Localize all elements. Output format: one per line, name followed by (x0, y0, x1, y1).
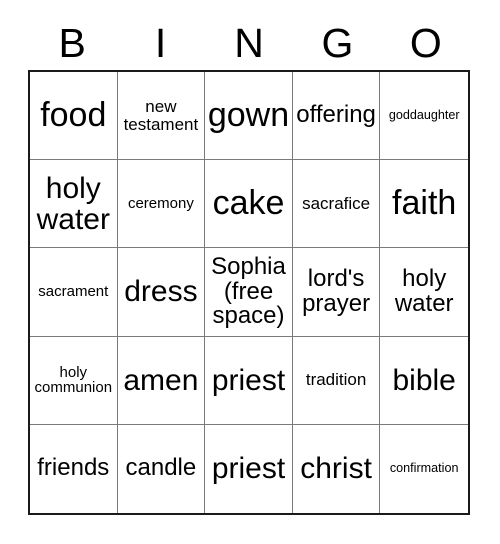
bingo-cell[interactable]: ceremony (117, 160, 206, 249)
bingo-cell[interactable]: candle (117, 424, 206, 513)
bingo-cell[interactable]: holy water (30, 160, 118, 249)
bingo-cell-label: goddaughter (388, 108, 460, 123)
bingo-cell-free-space[interactable]: Sophia (free space) (205, 248, 293, 337)
bingo-cell[interactable]: holy water (380, 248, 468, 337)
bingo-cell-label: holy communion (34, 363, 113, 397)
bingo-cell-label: new testament (123, 96, 199, 134)
bingo-cell[interactable]: lord's prayer (292, 248, 381, 337)
bingo-grid: food new testament gown offering goddaug… (28, 70, 470, 515)
bingo-cell[interactable]: amen (117, 336, 206, 425)
bingo-cell[interactable]: sacrament (30, 248, 118, 337)
bingo-cell[interactable]: priest (205, 336, 293, 425)
bingo-cell-label: holy water (394, 265, 454, 317)
bingo-cell[interactable]: food (30, 72, 118, 161)
bingo-cell[interactable]: goddaughter (380, 72, 468, 161)
bingo-cell-label: cake (212, 184, 285, 223)
bingo-cell-label: sacrafice (302, 193, 371, 213)
bingo-header: B I N G O (28, 16, 470, 70)
bingo-cell-label: friends (37, 454, 110, 482)
bingo-cell[interactable]: sacrafice (292, 160, 381, 249)
bingo-cell-label: priest (211, 363, 286, 397)
bingo-card: B I N G O food new testament gown offeri… (0, 0, 500, 544)
bingo-cell[interactable]: cake (205, 160, 293, 249)
bingo-cell[interactable]: friends (30, 424, 118, 513)
bingo-cell-label: christ (300, 452, 372, 486)
bingo-cell[interactable]: gown (205, 72, 293, 161)
header-letter-i: I (154, 20, 167, 66)
bingo-cell[interactable]: new testament (117, 72, 206, 161)
bingo-free-space-label: Sophia (free space) (211, 252, 286, 330)
bingo-cell[interactable]: dress (117, 248, 206, 337)
bingo-cell-label: holy water (36, 171, 110, 236)
bingo-cell-label: offering (296, 101, 376, 129)
bingo-cell[interactable]: priest (205, 424, 293, 513)
bingo-cell[interactable]: christ (292, 424, 381, 513)
bingo-cell-label: gown (207, 95, 290, 134)
bingo-cell[interactable]: confirmation (380, 424, 468, 513)
header-letter-o: O (409, 20, 442, 66)
bingo-cell-label: amen (123, 363, 199, 397)
bingo-cell[interactable]: offering (292, 72, 381, 161)
bingo-cell-label: dress (124, 275, 198, 309)
header-letter-g: G (321, 20, 354, 66)
bingo-cell[interactable]: holy communion (30, 336, 118, 425)
header-letter-n: N (234, 20, 264, 66)
bingo-cell-label: food (40, 95, 107, 134)
bingo-cell-label: lord's prayer (302, 265, 371, 317)
bingo-cell-label: ceremony (127, 194, 194, 212)
bingo-cell-label: candle (125, 454, 197, 482)
bingo-cell-label: faith (392, 184, 457, 223)
bingo-cell[interactable]: faith (380, 160, 468, 249)
bingo-cell[interactable]: tradition (292, 336, 381, 425)
bingo-cell[interactable]: bible (380, 336, 468, 425)
bingo-cell-label: confirmation (389, 461, 459, 476)
header-letter-b: B (58, 20, 86, 66)
bingo-cell-label: tradition (305, 370, 367, 390)
bingo-cell-label: sacrament (38, 283, 109, 301)
bingo-cell-label: bible (392, 363, 456, 397)
bingo-cell-label: priest (211, 452, 286, 486)
